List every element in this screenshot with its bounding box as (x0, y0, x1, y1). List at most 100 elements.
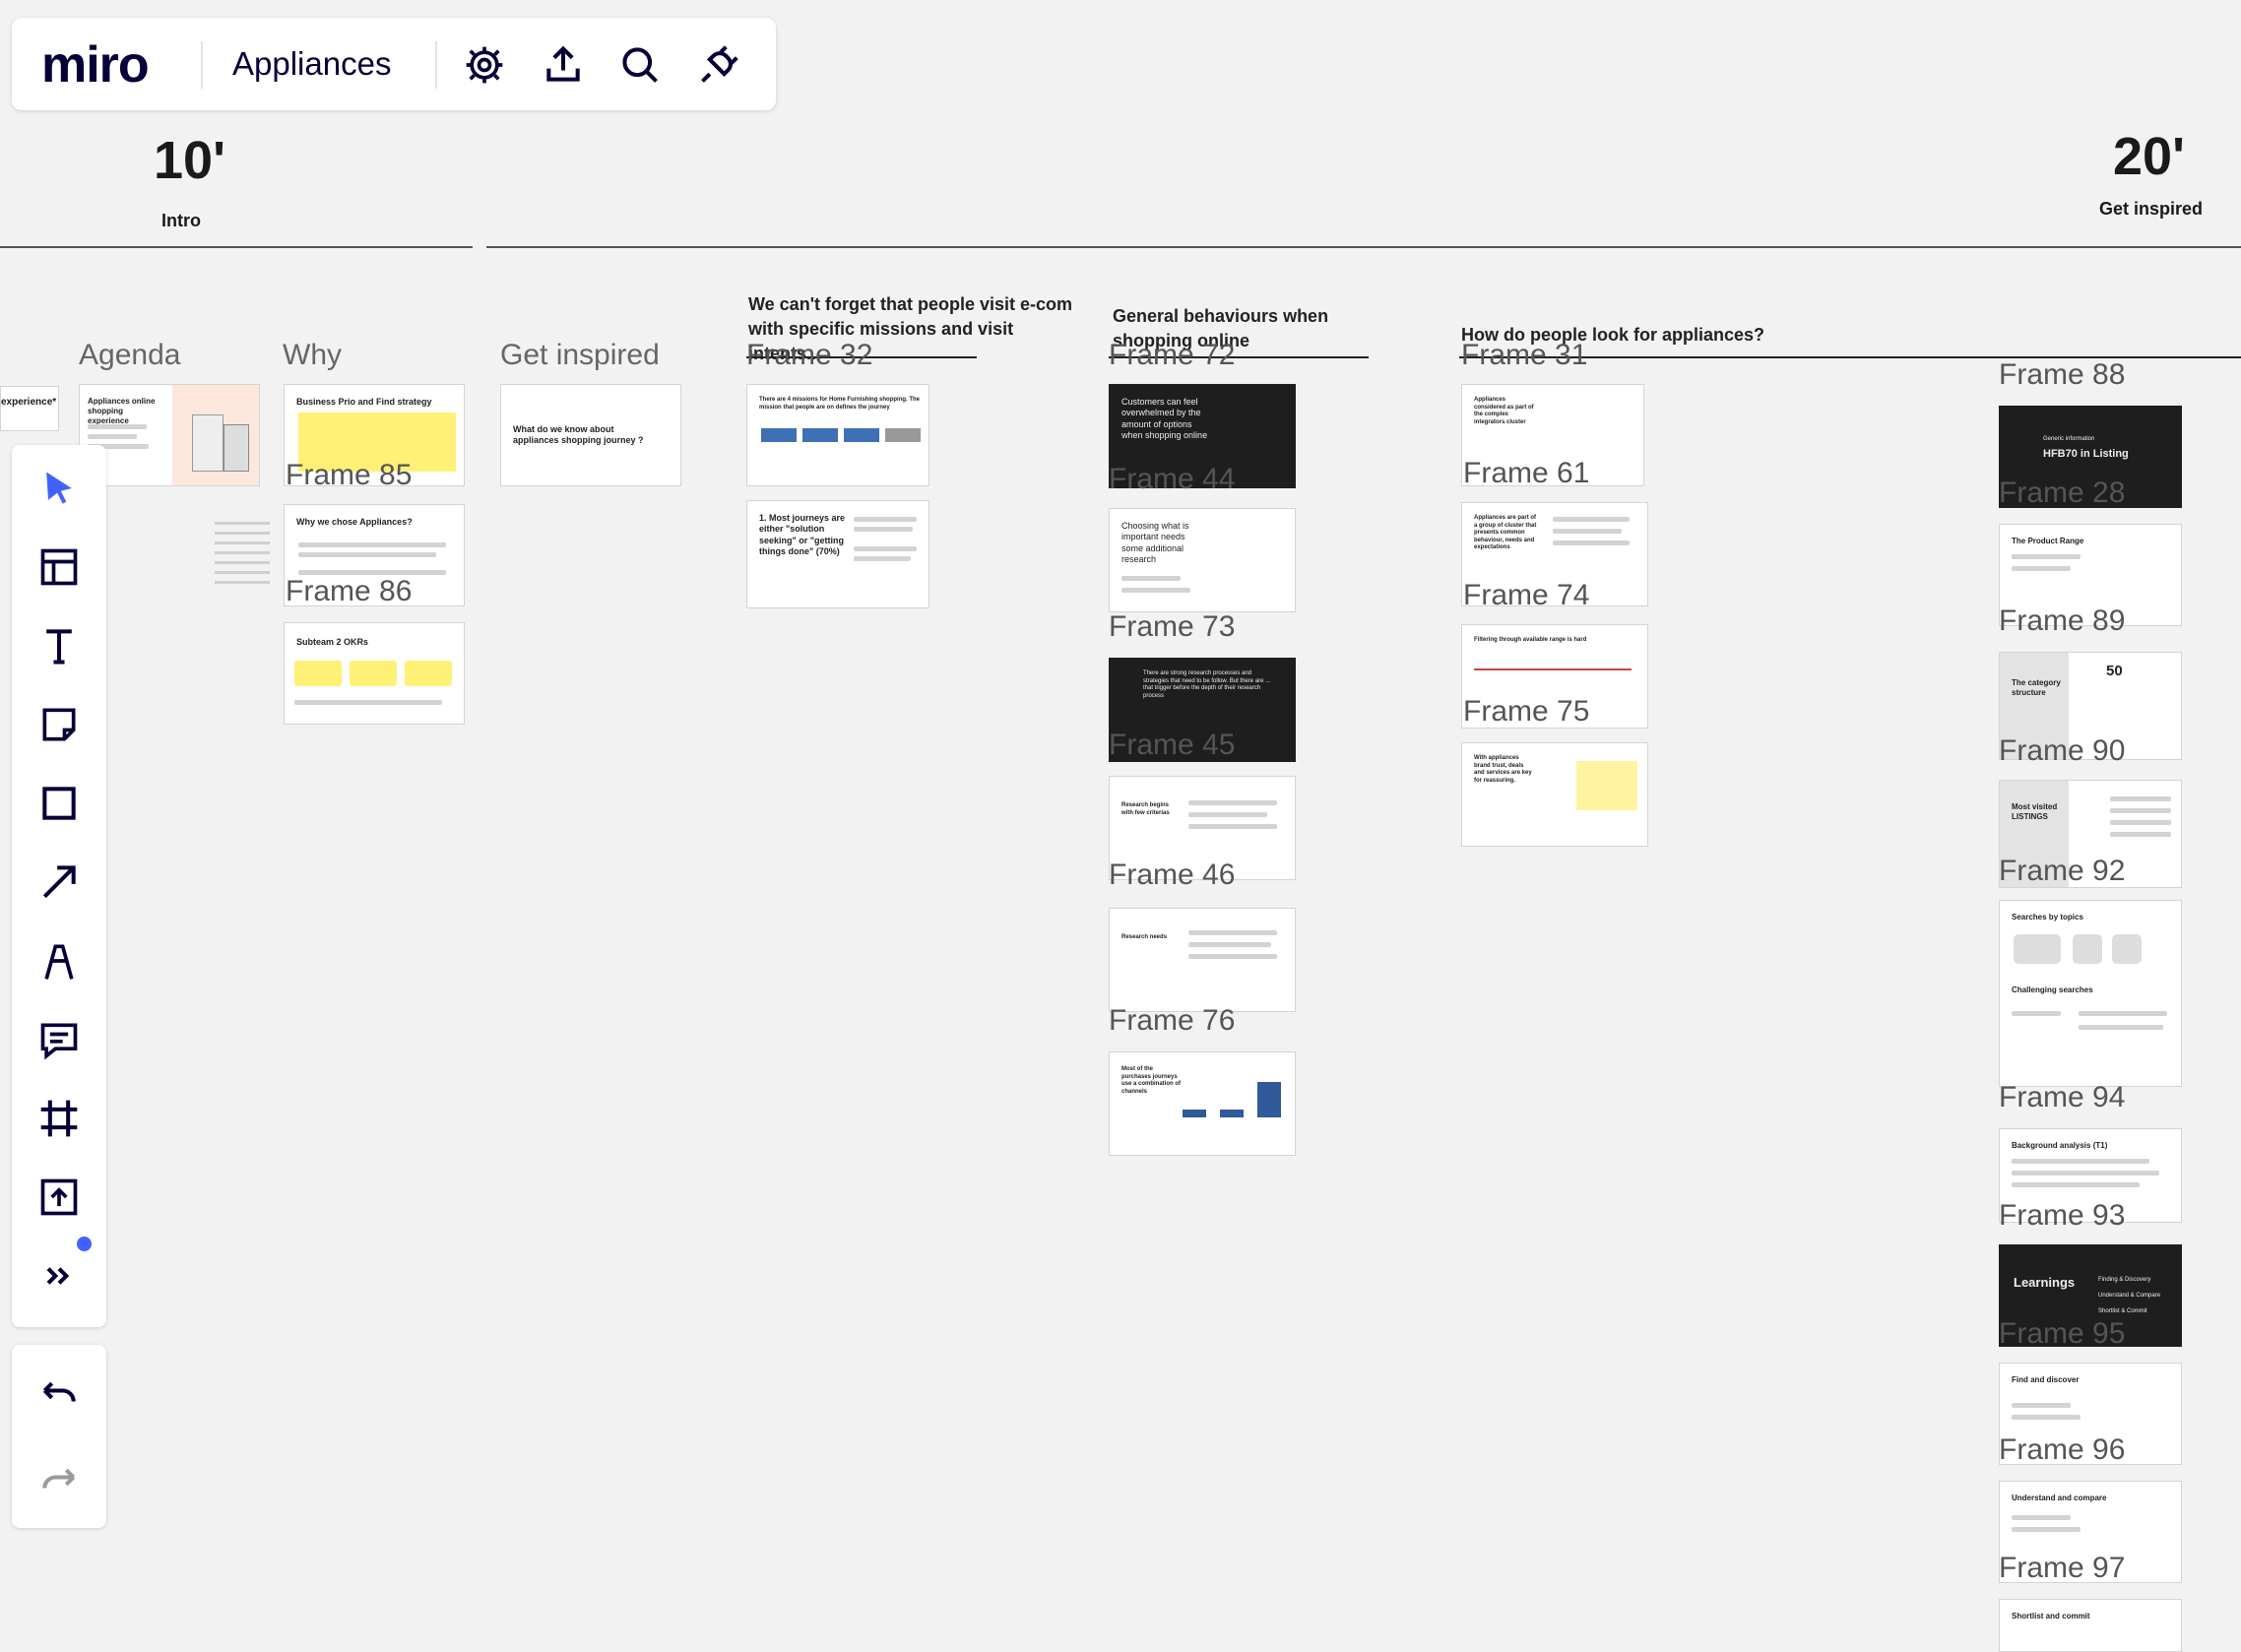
frame-31-label[interactable]: Frame 31 (1461, 339, 1587, 372)
timer-intro-time: 10' (154, 131, 225, 190)
undo-redo-panel (12, 1345, 106, 1528)
top-bar-separator (201, 41, 203, 89)
frame-95-label[interactable]: Frame 95 (1999, 1317, 2125, 1351)
top-bar-separator (435, 41, 437, 89)
okr-sticky-1 (294, 661, 342, 686)
sticky-note-tool[interactable] (30, 695, 89, 754)
card-shortlist-commit-title: Shortlist and commit (2012, 1612, 2090, 1620)
frame-44-label[interactable]: Frame 44 (1109, 463, 1235, 496)
card-choosing-title: Choosing what is important needs some ad… (1121, 521, 1189, 564)
card-research-needs[interactable]: Research needs (1109, 908, 1296, 1012)
card-product-range-title: The Product Range (2012, 537, 2084, 545)
select-tool[interactable] (30, 459, 89, 518)
frame-93-label[interactable]: Frame 93 (1999, 1199, 2125, 1233)
board-name[interactable]: Appliances (232, 45, 391, 83)
frame-76-label[interactable]: Frame 76 (1109, 1004, 1235, 1038)
card-purchase-journeys[interactable]: Most of the purchases journeys use a com… (1109, 1051, 1296, 1156)
card-group-cluster-title: Appliances are part of a group of cluste… (1474, 515, 1537, 550)
frame-94-label[interactable]: Frame 94 (1999, 1081, 2125, 1114)
card-why-chose-title: Why we chose Appliances? (296, 517, 413, 527)
learnings-item-3: Shortlist & Commit (2098, 1308, 2147, 1314)
card-missions-title: There are 4 missions for Home Furnishing… (759, 397, 921, 411)
redo-icon (42, 1468, 76, 1489)
frame-61-label[interactable]: Frame 61 (1463, 457, 1589, 490)
upload-icon (546, 45, 580, 82)
templates-icon (40, 548, 78, 586)
upload-tool[interactable] (30, 1168, 89, 1227)
pen-tool[interactable] (30, 931, 89, 990)
card-journeys-title: 1. Most journeys are either "solution se… (759, 513, 846, 556)
frame-89-label[interactable]: Frame 89 (1999, 604, 2125, 638)
top-bar: miro Appliances (12, 18, 776, 110)
card-what-know[interactable]: What do we know about appliances shoppin… (500, 384, 681, 486)
card-research-needs-title: Research needs (1121, 934, 1168, 940)
timeline-divider-intro (0, 246, 473, 248)
shape-tool[interactable] (30, 774, 89, 833)
timer-inspired-time: 20' (2113, 127, 2185, 186)
card-journeys[interactable]: 1. Most journeys are either "solution se… (746, 500, 929, 608)
frame-97-label[interactable]: Frame 97 (1999, 1552, 2125, 1585)
card-find-discover-title: Find and discover (2012, 1375, 2080, 1384)
card-okrs[interactable]: Subteam 2 OKRs (284, 622, 465, 725)
miro-logo[interactable]: miro (41, 35, 150, 95)
card-searches[interactable]: Searches by topics Challenging searches (1999, 900, 2182, 1087)
settings-button[interactable] (455, 35, 514, 95)
frame-46-label[interactable]: Frame 46 (1109, 858, 1235, 892)
frame-73-label[interactable]: Frame 73 (1109, 610, 1235, 644)
appliance-illustration (172, 385, 259, 485)
learnings-item-1: Finding & Discovery (2098, 1277, 2151, 1283)
topic-bubble-2 (2073, 934, 2102, 964)
more-tools-button[interactable] (30, 1246, 89, 1305)
search-button[interactable] (610, 35, 670, 95)
settings-icon (466, 46, 503, 84)
frame-tool[interactable] (30, 1089, 89, 1148)
okr-sticky-2 (350, 661, 397, 686)
timeline-divider-inspired (486, 246, 2241, 248)
sticky-note-icon (42, 708, 76, 741)
mission-box-3 (844, 428, 879, 442)
share-upload-button[interactable] (534, 35, 593, 95)
topic-bubble-1 (2014, 934, 2061, 964)
integrations-button[interactable] (689, 35, 748, 95)
card-missions[interactable]: There are 4 missions for Home Furnishing… (746, 384, 929, 486)
channel-bar-3 (1257, 1082, 1281, 1117)
frame-88-label[interactable]: Frame 88 (1999, 358, 2125, 392)
card-agenda-title: Appliances online shopping experience (88, 397, 156, 425)
timer-inspired-label: Get inspired (2099, 199, 2204, 219)
card-choosing[interactable]: Choosing what is important needs some ad… (1109, 508, 1296, 612)
text-tool[interactable] (30, 616, 89, 675)
mission-box-1 (761, 428, 797, 442)
frame-28-label[interactable]: Frame 28 (1999, 477, 2125, 510)
card-what-know-title: What do we know about appliances shoppin… (513, 424, 644, 446)
frame-45-label[interactable]: Frame 45 (1109, 729, 1235, 762)
brand-trust-table (1576, 761, 1637, 810)
card-brand-trust-title: With appliances brand trust, deals and s… (1474, 755, 1532, 784)
fridge-icon (192, 414, 224, 472)
card-overwhelmed-title: Customers can feel overwhelmed by the am… (1121, 397, 1208, 440)
card-hfb70-title: HFB70 in Listing (2043, 448, 2129, 460)
card-okrs-title: Subteam 2 OKRs (296, 637, 369, 647)
frame-85-label[interactable]: Frame 85 (286, 459, 412, 492)
frame-75-label[interactable]: Frame 75 (1463, 695, 1589, 729)
card-most-visited-title: Most visited LISTINGS (2012, 802, 2058, 821)
frame-72-label[interactable]: Frame 72 (1109, 339, 1235, 372)
okr-sticky-3 (405, 661, 452, 686)
card-learnings-title: Learnings (2014, 1275, 2076, 1290)
frame-86-label[interactable]: Frame 86 (286, 575, 412, 608)
frame-92-label[interactable]: Frame 92 (1999, 855, 2125, 888)
undo-button[interactable] (30, 1366, 89, 1426)
connector-tool[interactable] (30, 853, 89, 912)
undo-icon (42, 1381, 76, 1402)
frame-96-label[interactable]: Frame 96 (1999, 1433, 2125, 1467)
frame-90-label[interactable]: Frame 90 (1999, 734, 2125, 768)
frame-32-label[interactable]: Frame 32 (746, 339, 872, 372)
redo-button[interactable] (30, 1453, 89, 1512)
card-brand-trust[interactable]: With appliances brand trust, deals and s… (1461, 742, 1648, 847)
frame-74-label[interactable]: Frame 74 (1463, 579, 1589, 612)
comment-tool[interactable] (30, 1010, 89, 1069)
card-shortlist-commit[interactable]: Shortlist and commit (1999, 1599, 2182, 1652)
search-icon (622, 47, 658, 83)
templates-tool[interactable] (30, 538, 89, 597)
card-searches-title: Searches by topics (2012, 913, 2083, 921)
offscreen-card-fragment[interactable]: experience* (0, 386, 59, 431)
